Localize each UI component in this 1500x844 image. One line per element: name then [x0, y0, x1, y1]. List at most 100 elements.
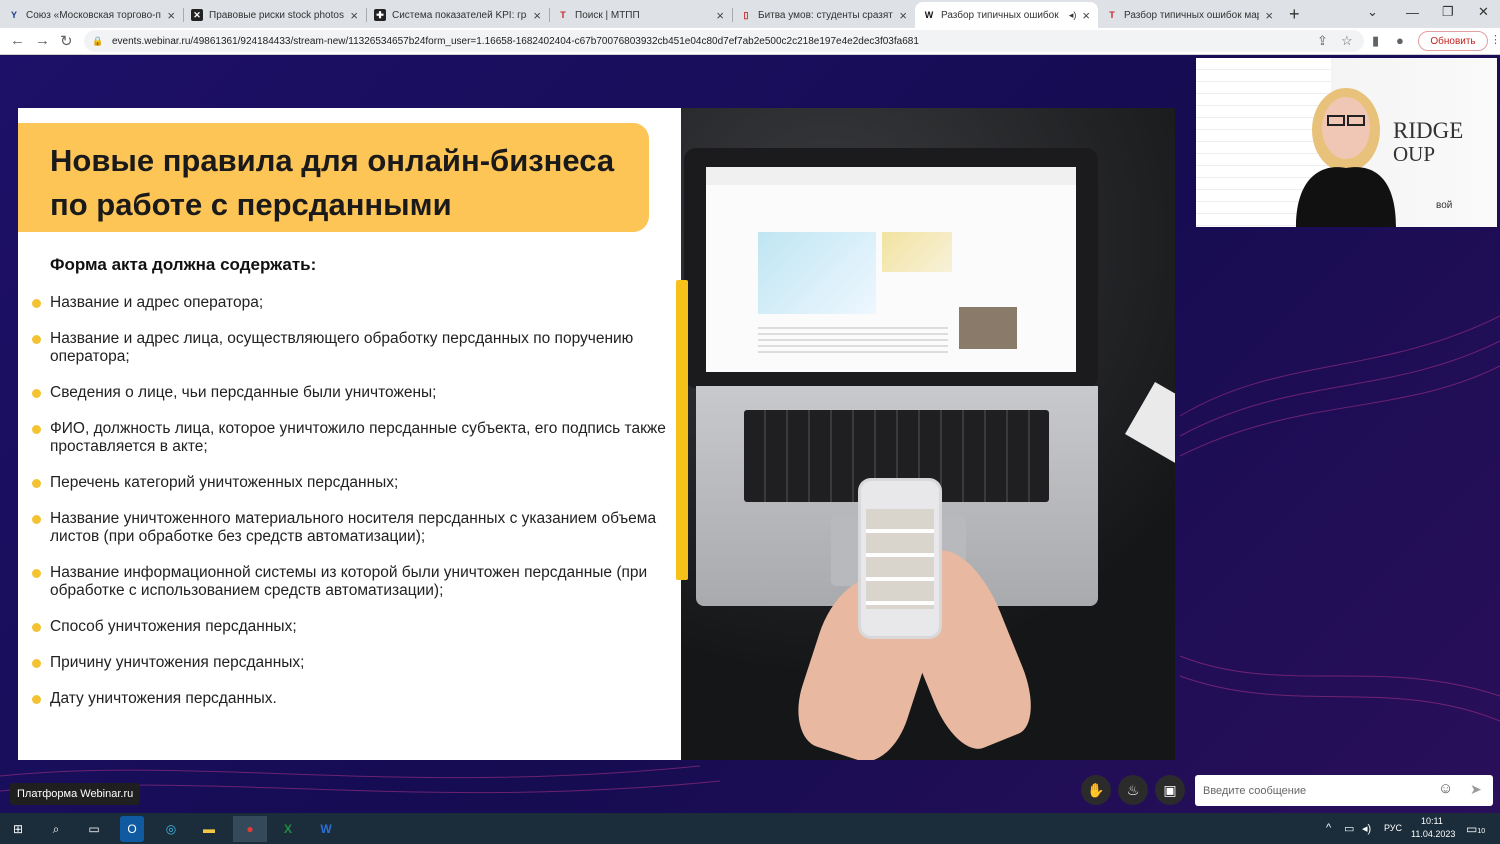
notification-icon[interactable]: ▭10 [1466, 822, 1485, 836]
browser-tab-6[interactable]: T Разбор типичных ошибок мар × [1098, 2, 1281, 28]
laptop-display [706, 167, 1076, 372]
bullet-text: Название и адрес лица, осуществляющего о… [50, 330, 634, 365]
tab-close-icon[interactable]: × [1082, 8, 1090, 23]
smartphone [861, 481, 939, 636]
white-object [1125, 382, 1175, 464]
tab-title: Разбор типичных ошибок [941, 9, 1059, 21]
slide-subheading: Форма акта должна содержать: [50, 255, 317, 274]
browser-tab-2[interactable]: ✚ Система показателей KPI: грам × [366, 2, 549, 28]
bullet-item: Причину уничтожения персданных; [32, 654, 682, 672]
file-explorer-icon[interactable]: ▬ [195, 816, 223, 842]
emoji-icon[interactable]: ☺ [1438, 780, 1453, 797]
slide-title-box: Новые правила для онлайн-бизнеса по рабо… [18, 123, 649, 232]
sidepanel-icon[interactable]: ▮ [1372, 33, 1379, 49]
browser-tab-0[interactable]: Y Союз «Московская торгово-пр × [0, 2, 183, 28]
tab-title: Битва умов: студенты сразятся [758, 9, 894, 21]
layout-toggle-button[interactable]: ▣ [1155, 775, 1185, 805]
tab-close-icon[interactable]: × [533, 8, 541, 23]
profile-icon[interactable]: ● [1396, 33, 1404, 48]
language-indicator[interactable]: РУС [1384, 823, 1402, 833]
browser-tab-bar: Y Союз «Московская торгово-пр × ✕ Правовые р… [0, 0, 1500, 28]
windows-taskbar: ⊞ ⌕ ▭ O ◎ ▬ ● X W ^ ▭ ◂) РУС 10:11 11.04… [0, 813, 1500, 844]
bookmark-star-icon[interactable]: ☆ [1341, 33, 1353, 49]
back-icon[interactable]: ← [10, 32, 25, 49]
browser-tab-1[interactable]: ✕ Правовые риски stock photos, × [183, 2, 366, 28]
tab-close-icon[interactable]: × [716, 8, 724, 23]
browser-tab-5[interactable]: W Разбор типичных ошибок ◂) × [915, 2, 1098, 28]
minimize-icon[interactable]: — [1406, 0, 1419, 24]
bullet-dot-icon [32, 695, 41, 704]
clock-time[interactable]: 10:11 [1421, 816, 1443, 826]
browser-tab-4[interactable]: ▯ Битва умов: студенты сразятся × [732, 2, 915, 28]
tab-close-icon[interactable]: × [167, 8, 175, 23]
bullet-item: ФИО, должность лица, которое уничтожило … [32, 420, 682, 456]
news-favicon-icon: ▯ [743, 9, 749, 20]
tab-title: Разбор типичных ошибок мар [1124, 9, 1260, 21]
browser-tab-3[interactable]: T Поиск | МТПП × [549, 2, 732, 28]
restore-icon[interactable]: ❐ [1442, 0, 1454, 24]
send-icon[interactable]: ➤ [1470, 781, 1482, 798]
word-icon[interactable]: W [312, 816, 340, 842]
menu-icon[interactable]: ⋮ [1490, 33, 1500, 46]
bullet-dot-icon [32, 569, 41, 578]
update-button[interactable]: Обновить [1418, 31, 1488, 51]
slide-accent-line [676, 280, 688, 580]
url-text: events.webinar.ru/49861361/924184433/str… [112, 35, 919, 47]
new-tab-button[interactable]: + [1289, 2, 1300, 28]
windows-start-icon[interactable]: ⊞ [4, 816, 32, 842]
laptop-phone-photo [681, 108, 1175, 760]
bullet-dot-icon [32, 623, 41, 632]
webcam-video: RIDGE OUP вой [1196, 58, 1497, 227]
lock-icon: 🔒 [92, 35, 104, 46]
mtpp-favicon-icon: T [560, 10, 566, 20]
excel-icon[interactable]: X [274, 816, 302, 842]
notification-count: 10 [1477, 828, 1486, 835]
stock-favicon-icon: ✕ [191, 9, 203, 21]
bullet-text: Название информационной системы из котор… [50, 564, 648, 599]
bullet-dot-icon [32, 299, 41, 308]
task-view-icon[interactable]: ▭ [80, 816, 108, 842]
close-window-icon[interactable]: ✕ [1478, 0, 1489, 24]
platform-label: Платформа Webinar.ru [10, 783, 141, 805]
bullet-item: Способ уничтожения персданных; [32, 618, 682, 636]
union-favicon-icon: Y [10, 10, 17, 20]
reload-icon[interactable]: ↻ [60, 32, 73, 50]
bullet-item: Название информационной системы из котор… [32, 564, 682, 600]
reaction-fire-button[interactable]: ♨ [1118, 775, 1148, 805]
tab-title: Поиск | МТПП [575, 9, 640, 21]
bullet-item: Название уничтоженного материального нос… [32, 510, 682, 546]
chat-input[interactable] [1195, 775, 1435, 806]
tray-chevron-icon[interactable]: ^ [1326, 822, 1331, 834]
laptop-screen [684, 148, 1098, 388]
tab-title: Правовые риски stock photos, [209, 9, 345, 21]
tab-audio-icon[interactable]: ◂) [1069, 10, 1077, 21]
chrome-icon[interactable]: ● [233, 816, 267, 842]
bullet-dot-icon [32, 659, 41, 668]
slide-title-line-2: по работе с персданными [50, 187, 452, 222]
chat-box: ☺ ➤ [1195, 775, 1493, 806]
slide-title-line-1: Новые правила для онлайн-бизнеса [50, 143, 615, 178]
volume-icon[interactable]: ◂) [1362, 822, 1371, 835]
tab-close-icon[interactable]: × [1265, 8, 1273, 23]
webinar-favicon-icon: W [924, 10, 934, 20]
share-icon[interactable]: ⇪ [1317, 33, 1328, 49]
outlook-icon[interactable]: O [120, 816, 144, 842]
kpi-favicon-icon: ✚ [374, 9, 386, 21]
bullet-dot-icon [32, 425, 41, 434]
tab-close-icon[interactable]: × [350, 8, 358, 23]
clock-date[interactable]: 11.04.2023 [1411, 829, 1455, 839]
forward-icon[interactable]: → [35, 32, 50, 49]
bullet-item: Перечень категорий уничтоженных персданн… [32, 474, 682, 492]
search-icon[interactable]: ⌕ [42, 816, 70, 842]
presenter [1296, 88, 1396, 227]
tab-close-icon[interactable]: × [899, 8, 907, 23]
bullet-text: Причину уничтожения персданных; [50, 654, 305, 671]
slide-title: Новые правила для онлайн-бизнеса по рабо… [50, 139, 650, 227]
edge-icon[interactable]: ◎ [157, 816, 185, 842]
bullet-dot-icon [32, 515, 41, 524]
bullet-text: ФИО, должность лица, которое уничтожило … [50, 420, 666, 455]
network-icon[interactable]: ▭ [1344, 822, 1354, 835]
raise-hand-button[interactable]: ✋ [1081, 775, 1111, 805]
tab-search-icon[interactable]: ⌄ [1367, 0, 1378, 24]
url-field[interactable]: 🔒 events.webinar.ru/49861361/924184433/s… [84, 30, 1364, 52]
